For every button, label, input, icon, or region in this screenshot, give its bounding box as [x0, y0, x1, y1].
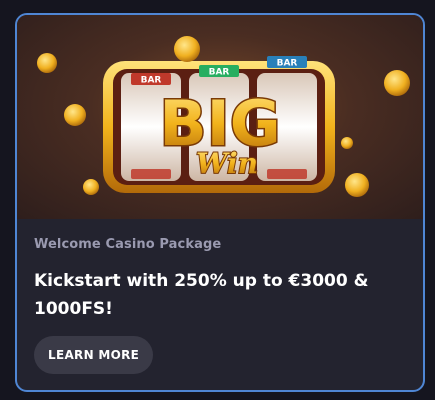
svg-text:BAR: BAR: [209, 68, 230, 78]
svg-text:BAR: BAR: [141, 76, 162, 86]
bar-symbol-right: BAR: [267, 56, 307, 69]
learn-more-button[interactable]: LEARN MORE: [34, 336, 154, 374]
big-win-slot-illustration: BAR BAR BAR BIG Win: [37, 36, 410, 197]
svg-text:BAR: BAR: [277, 59, 298, 69]
bar-symbol-middle: BAR: [199, 65, 239, 78]
promo-category-label: Welcome Casino Package: [34, 237, 222, 252]
promo-headline: Kickstart with 250% up to €3000 & 1000FS…: [34, 271, 369, 319]
promo-card[interactable]: BAR BAR BAR BIG Win Welcome Casino Packa…: [15, 13, 425, 392]
win-script-text: Win: [196, 147, 258, 180]
bar-symbol-left: BAR: [131, 73, 171, 86]
promo-banner-image: BAR BAR BAR BIG Win: [17, 15, 423, 219]
